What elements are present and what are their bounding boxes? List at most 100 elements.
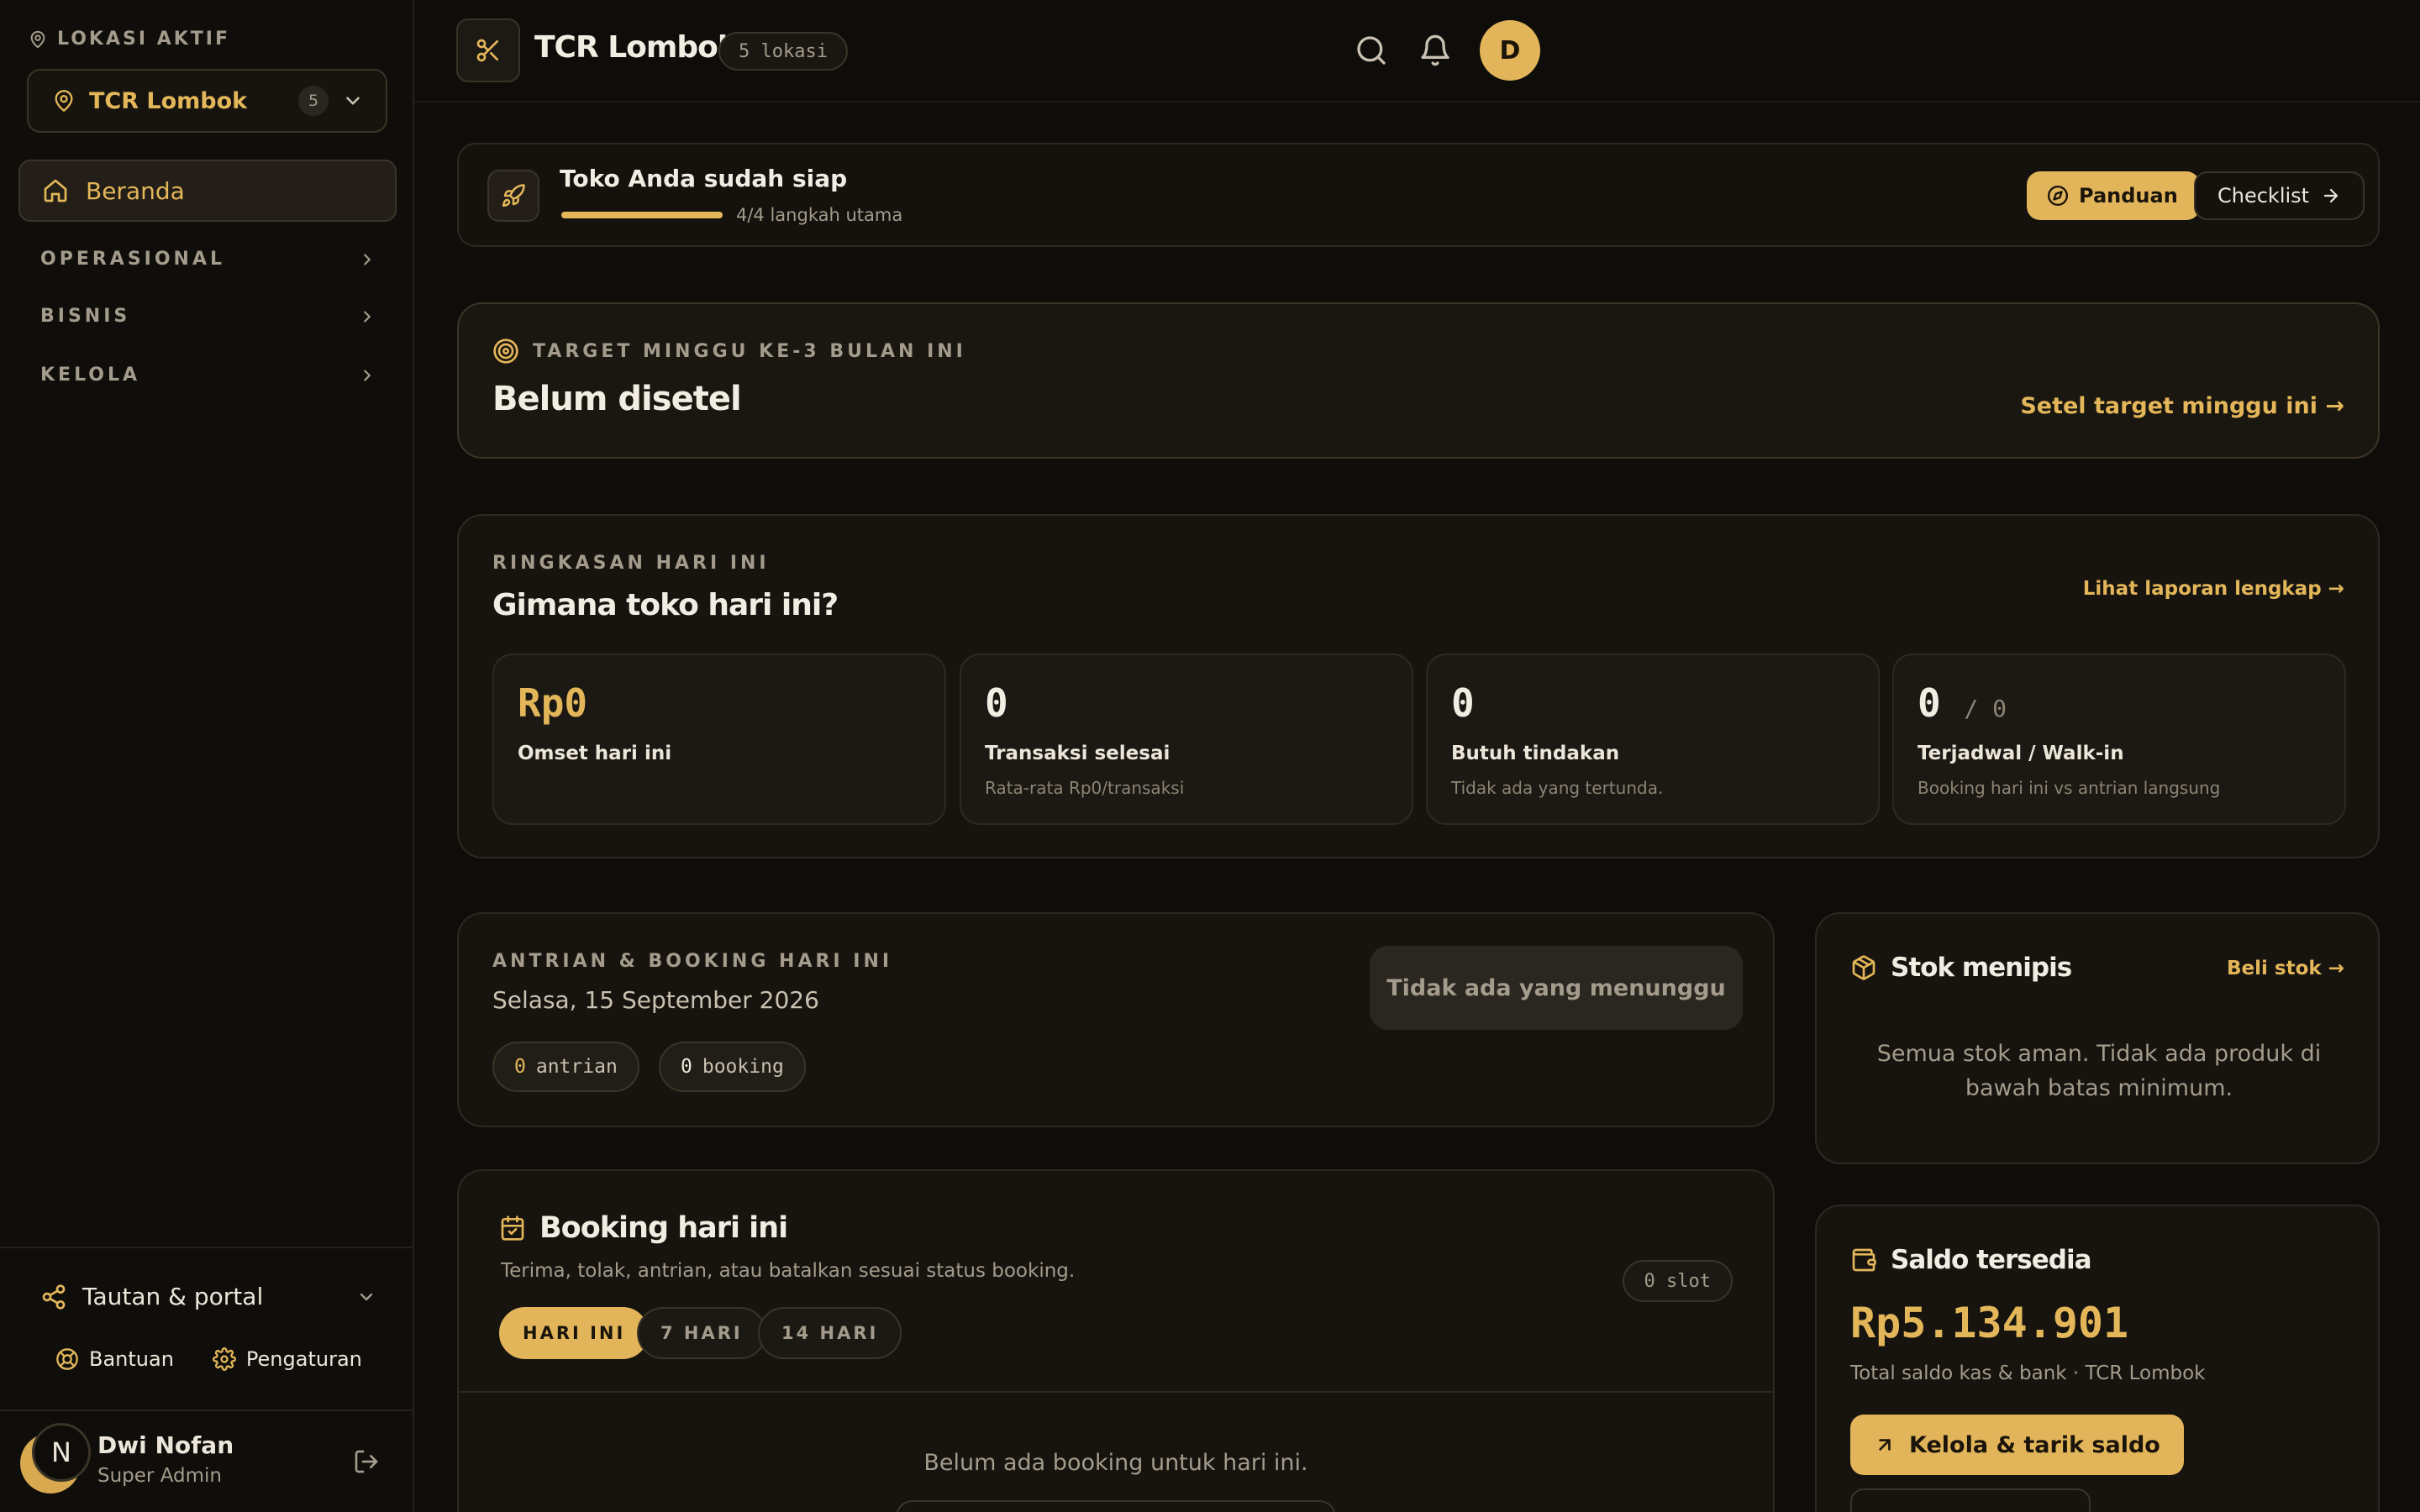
stat-card-transactions[interactable]: 0 Transaksi selesai Rata-rata Rp0/transa… [960,654,1413,825]
queue-count: 0 [514,1056,526,1078]
settings-link[interactable]: Pengaturan [212,1347,362,1371]
balance-title: Saldo tersedia [1850,1245,2091,1275]
stat-desc: Rata-rata Rp0/transaksi [985,778,1185,798]
stat-value: 0 [1451,680,1475,726]
compass-icon [2047,185,2069,207]
balance-amount: Rp5.134.901 [1850,1299,2129,1347]
checklist-button[interactable]: Checklist [2194,171,2365,220]
nav-group-kelola[interactable]: KELOLA [40,365,376,386]
nav-group-label: KELOLA [40,365,141,386]
page-title: TCR Lombok [534,30,738,65]
store-ready-banner: Toko Anda sudah siap 4/4 langkah utama P… [457,143,2380,247]
slot-count-badge: 0 slot [1622,1260,1733,1302]
today-booking-desc: Terima, tolak, antrian, atau batalkan se… [501,1260,1076,1282]
buy-stock-link[interactable]: Beli stok → [2227,958,2344,979]
stat-value-group: 0 / 0 [1918,680,2007,726]
stat-desc: Tidak ada yang tertunda. [1451,778,1664,798]
stat-title: Butuh tindakan [1451,743,1620,764]
guide-button[interactable]: Panduan [2027,171,2200,220]
arrow-right-icon [2321,186,2341,206]
booking-divider [459,1391,1773,1393]
booking-count: 0 [681,1056,692,1078]
booking-empty-action[interactable] [896,1500,1336,1512]
queue-count-chip[interactable]: 0 antrian [492,1042,639,1092]
chevron-down-icon [356,1287,376,1307]
user-role: Super Admin [97,1465,222,1487]
queue-date: Selasa, 15 September 2026 [492,986,819,1014]
help-link[interactable]: Bantuan [55,1347,174,1371]
scissors-icon[interactable] [456,18,520,82]
stat-card-scheduled-walkin[interactable]: 0 / 0 Terjadwal / Walk-in Booking hari i… [1892,654,2346,825]
rocket-icon [487,170,539,222]
search-icon[interactable] [1355,34,1388,67]
map-pin-icon [29,29,47,50]
target-icon [492,338,519,365]
booking-count-chip[interactable]: 0 booking [659,1042,806,1092]
today-booking-title-text: Booking hari ini [539,1211,788,1245]
user-name: Dwi Nofan [97,1431,234,1459]
weekly-target-label: TARGET MINGGU KE-3 BULAN INI [492,338,966,365]
user-profile[interactable]: N Dwi Nofan Super Admin [18,1423,388,1499]
balance-card: Saldo tersedia Rp5.134.901 Total saldo k… [1815,1205,2380,1512]
manage-withdraw-button[interactable]: Kelola & tarik saldo [1850,1415,2184,1475]
home-icon [42,177,69,204]
settings-label: Pengaturan [245,1347,362,1371]
tab-today[interactable]: HARI INI [499,1307,650,1359]
no-one-waiting-button[interactable]: Tidak ada yang menunggu [1370,946,1743,1030]
user-avatar-button[interactable]: D [1480,20,1540,81]
store-ready-title: Toko Anda sudah siap [560,165,848,192]
stat-card-needs-action[interactable]: 0 Butuh tindakan Tidak ada yang tertunda… [1426,654,1880,825]
location-selector[interactable]: TCR Lombok 5 [27,69,387,133]
nav-group-label: OPERASIONAL [40,249,226,270]
links-portal-toggle[interactable]: Tautan & portal [40,1283,376,1310]
nav-group-operasional[interactable]: OPERASIONAL [40,249,376,270]
booking-count-word: booking [702,1056,784,1078]
chevron-down-icon [342,90,364,112]
today-booking-title: Booking hari ini [499,1211,788,1245]
tab-7-days[interactable]: 7 HARI [637,1307,766,1359]
setup-steps-text: 4/4 langkah utama [736,205,903,225]
balance-secondary-action[interactable] [1850,1488,2091,1512]
location-count-badge: 5 [298,86,329,116]
queue-count-word: antrian [535,1056,618,1078]
stat-value: 0 [1918,680,1941,726]
help-label: Bantuan [89,1347,174,1371]
stat-value: Rp0 [518,680,588,726]
stat-card-revenue[interactable]: Rp0 Omset hari ini [492,654,946,825]
logout-icon[interactable] [353,1448,380,1475]
weekly-target-card: TARGET MINGGU KE-3 BULAN INI Belum diset… [457,302,2380,459]
nav-item-beranda-label: Beranda [86,176,185,205]
map-pin-icon [52,88,76,113]
balance-subtitle: Total saldo kas & bank · TCR Lombok [1850,1362,2206,1384]
today-booking-card: Booking hari ini Terima, tolak, antrian,… [457,1169,1775,1512]
wallet-icon [1850,1247,1877,1273]
nav-group-bisnis[interactable]: BISNIS [40,306,376,327]
gear-icon [212,1347,236,1371]
full-report-link[interactable]: Lihat laporan lengkap → [2083,578,2344,600]
today-summary-card: RINGKASAN HARI INI Gimana toko hari ini?… [457,514,2380,858]
setup-progress-bar [561,212,723,218]
help-settings-row: Bantuan Pengaturan [55,1347,362,1371]
package-icon [1850,954,1877,981]
nav-item-beranda[interactable]: Beranda [18,160,397,222]
setup-progress-fill [561,212,723,218]
tab-14-days[interactable]: 14 HARI [758,1307,902,1359]
guide-button-label: Panduan [2079,184,2178,207]
stat-desc: Booking hari ini vs antrian langsung [1918,778,2221,798]
bell-icon[interactable] [1418,34,1452,67]
queue-booking-label: ANTRIAN & BOOKING HARI INI [492,951,893,972]
balance-title-text: Saldo tersedia [1891,1245,2091,1275]
arrow-up-right-icon [1874,1434,1896,1456]
stat-value: 0 [985,680,1008,726]
location-count-badge: 5 lokasi [718,32,848,71]
user-divider [0,1410,413,1411]
manage-withdraw-label: Kelola & tarik saldo [1909,1431,2160,1458]
lifebuoy-icon [55,1347,79,1371]
chevron-right-icon [358,307,376,326]
set-target-link[interactable]: Setel target minggu ini → [2020,393,2344,419]
calendar-icon [499,1215,526,1242]
chevron-right-icon [358,250,376,269]
weekly-target-value: Belum disetel [492,380,742,418]
stat-value-secondary: / 0 [1964,695,2007,722]
today-summary-heading: Gimana toko hari ini? [492,588,839,622]
